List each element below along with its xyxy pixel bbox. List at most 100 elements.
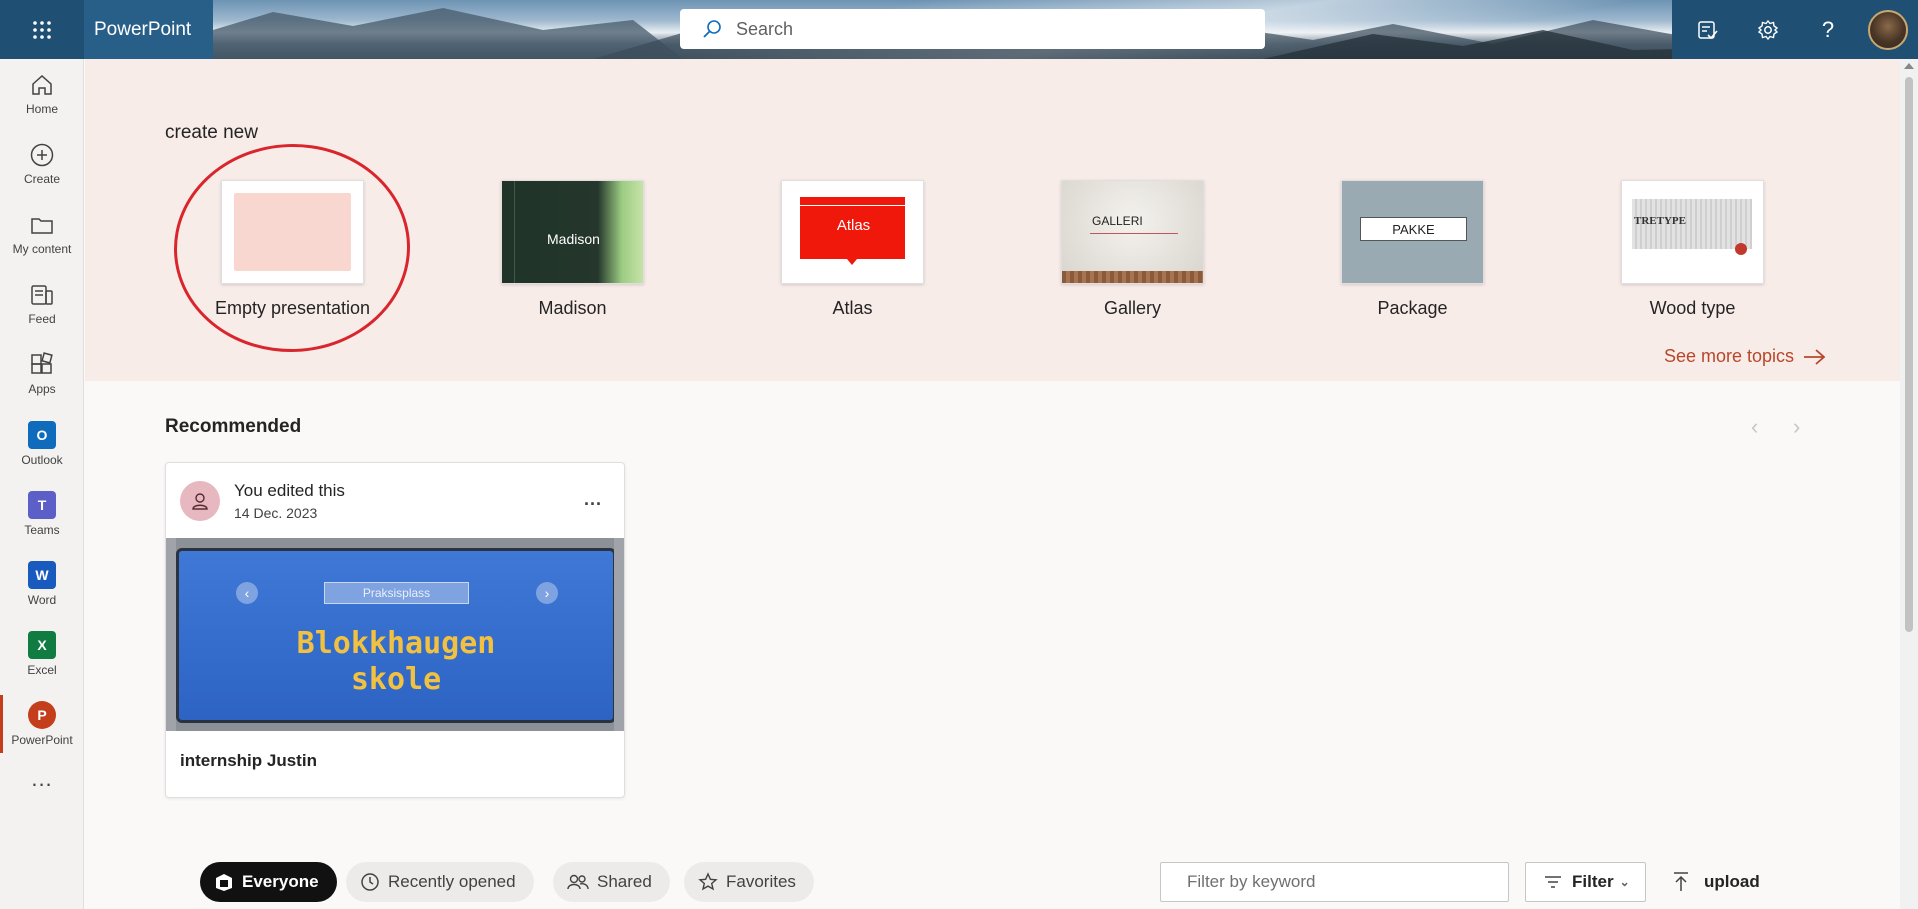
left-navigation-rail: Home Create My content Feed Apps O Outlo… — [0, 59, 84, 909]
more-options-button[interactable]: ... — [584, 489, 602, 510]
help-icon: ? — [1821, 16, 1835, 42]
word-icon: W — [28, 561, 56, 589]
home-icon — [32, 74, 52, 95]
template-name: Madison — [538, 298, 607, 318]
avatar — [1868, 9, 1908, 50]
scroll-up-arrow-icon[interactable] — [1904, 63, 1914, 69]
settings-icon — [1757, 19, 1779, 40]
whats-new-button[interactable] — [1678, 0, 1738, 59]
rail-item-outlook[interactable]: O Outlook — [0, 409, 84, 479]
template-name: Wood type — [1649, 298, 1736, 318]
chevron-right-icon[interactable]: › — [1793, 414, 1800, 440]
rail-item-label: Teams — [24, 523, 60, 537]
pill-label: Favorites — [726, 872, 796, 891]
preview-title-line-1: Blokkhaugen — [296, 626, 496, 661]
template-thumbnail: TRETYPE — [1621, 180, 1764, 284]
rail-item-label: Home — [25, 102, 58, 116]
rail-item-teams[interactable]: T Teams — [0, 479, 84, 549]
preview-chevron-left-icon: ‹ — [236, 582, 258, 604]
preview-chevron-right-icon: › — [536, 582, 558, 604]
recommended-heading: Recommended — [165, 416, 302, 437]
powerpoint-icon: P — [28, 701, 56, 729]
template-thumb-text: TRETYPE — [1634, 215, 1686, 227]
template-name: Gallery — [1103, 298, 1161, 318]
rail-item-label: Apps — [28, 382, 56, 396]
user-avatar-icon — [180, 480, 220, 521]
excel-icon: X — [28, 631, 56, 659]
page-scrollbar[interactable] — [1900, 59, 1918, 909]
star-icon — [698, 872, 718, 892]
filter-pill-shared[interactable]: Shared — [553, 862, 670, 902]
card-header: You edited this 14 Dec. 2023 ... — [166, 463, 624, 538]
template-thumb-text: GALLERI — [1092, 214, 1143, 228]
plus-circle-icon — [30, 143, 54, 167]
rail-item-label: My content — [12, 242, 72, 256]
card-filename: internship Justin — [180, 751, 317, 770]
app-launcher-button[interactable] — [0, 0, 84, 59]
rail-item-feed[interactable]: Feed — [0, 269, 84, 339]
template-atlas[interactable]: Atlas Atlas — [781, 180, 924, 319]
template-gallery[interactable]: GALLERI Gallery — [1061, 180, 1204, 319]
template-thumb-text: Madison — [547, 231, 600, 247]
search-placeholder: Search — [736, 18, 794, 39]
template-thumb-text: Atlas — [836, 217, 871, 234]
chevron-down-icon: ⌄ — [1619, 875, 1630, 889]
template-thumbnail: Madison — [501, 180, 644, 284]
rail-item-label: Outlook — [21, 453, 63, 467]
filter-pill-favorites[interactable]: Favorites — [684, 862, 814, 902]
rail-item-create[interactable]: Create — [0, 129, 84, 199]
template-package[interactable]: PAKKE Package — [1341, 180, 1484, 319]
search-box[interactable]: Search — [680, 9, 1265, 49]
waffle-icon — [33, 20, 51, 39]
top-bar: PowerPoint Search ? — [0, 0, 1918, 59]
recommended-file-card[interactable]: You edited this 14 Dec. 2023 ... Praksis… — [165, 462, 625, 798]
rail-item-label: Word — [27, 593, 57, 607]
create-new-heading: create new — [165, 122, 258, 143]
rail-item-word[interactable]: W Word — [0, 549, 84, 619]
card-date: 14 Dec. 2023 — [234, 504, 318, 521]
template-thumbnail: PAKKE — [1341, 180, 1484, 284]
header-actions: ? — [1672, 0, 1918, 59]
see-more-topics-link[interactable]: See more topics — [1664, 346, 1828, 367]
rail-item-my-content[interactable]: My content — [0, 199, 84, 269]
account-button[interactable] — [1858, 0, 1918, 59]
help-button[interactable]: ? — [1798, 0, 1858, 59]
rail-item-powerpoint[interactable]: P PowerPoint — [0, 689, 84, 759]
rail-item-label: Excel — [27, 663, 57, 677]
rail-item-label: Create — [23, 172, 61, 186]
filter-lines-icon — [1545, 876, 1561, 888]
filter-pill-recently-opened[interactable]: Recently opened — [346, 862, 534, 902]
search-icon — [703, 20, 721, 38]
app-name-link[interactable]: PowerPoint — [84, 0, 213, 59]
rail-more-button[interactable]: ... — [0, 759, 84, 799]
upload-icon — [1674, 872, 1688, 891]
feed-icon — [31, 285, 53, 305]
filter-keyword-input[interactable]: Filter by keyword — [1160, 862, 1509, 902]
filter-button[interactable]: Filter ⌄ — [1525, 862, 1646, 902]
preview-banner: Praksisplass — [324, 582, 469, 604]
card-preview-thumbnail: Praksisplass ‹ › Blokkhaugen skole — [166, 538, 624, 731]
upload-label: upload — [1704, 872, 1760, 891]
card-activity-text: You edited this — [234, 480, 345, 500]
filter-pill-everyone[interactable]: Everyone — [200, 862, 337, 902]
rail-item-label: PowerPoint — [11, 733, 73, 747]
rail-item-excel[interactable]: X Excel — [0, 619, 84, 689]
people-icon — [567, 872, 589, 892]
template-madison[interactable]: Madison Madison — [501, 180, 644, 319]
preview-title-line-2: skole — [350, 662, 442, 697]
rail-item-apps[interactable]: Apps — [0, 339, 84, 409]
rail-item-home[interactable]: Home — [0, 59, 84, 129]
see-more-label: See more topics — [1664, 346, 1795, 366]
template-wood-type[interactable]: TRETYPE Wood type — [1621, 180, 1764, 319]
chevron-left-icon[interactable]: ‹ — [1751, 414, 1758, 440]
scrollbar-thumb[interactable] — [1905, 77, 1913, 632]
settings-button[interactable] — [1738, 0, 1798, 59]
rail-item-label: Feed — [28, 312, 56, 326]
filter-label: Filter — [1572, 872, 1614, 891]
arrow-right-icon — [1804, 348, 1826, 365]
upload-button[interactable]: upload — [1672, 862, 1760, 902]
teams-icon: T — [28, 491, 56, 519]
folder-icon — [31, 218, 53, 234]
pill-label: Recently opened — [388, 872, 516, 891]
filter-keyword-placeholder: Filter by keyword — [1187, 872, 1316, 891]
